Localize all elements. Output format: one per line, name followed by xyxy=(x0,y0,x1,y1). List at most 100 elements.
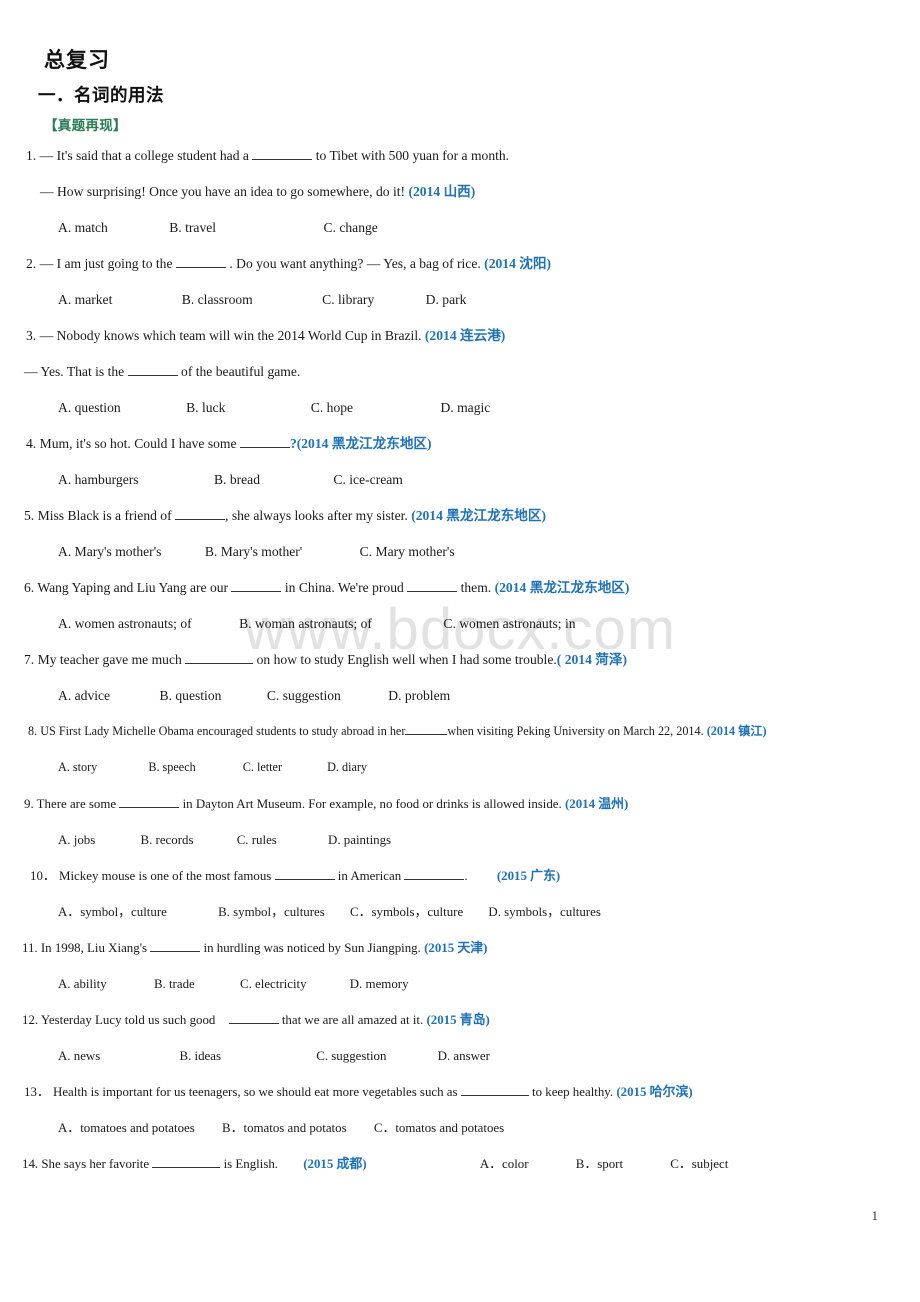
option-c[interactable]: C. hope xyxy=(311,400,353,417)
question-text: In 1998, Liu Xiang's xyxy=(40,941,148,955)
option-d[interactable]: D. memory xyxy=(350,976,409,992)
option-c[interactable]: C. suggestion xyxy=(267,688,341,705)
option-b[interactable]: B. symbol，cultures xyxy=(218,904,325,920)
question-stem: 7. My teacher gave me much on how to stu… xyxy=(24,652,920,688)
option-row: A．symbol，culture B. symbol，cultures C．sy… xyxy=(58,904,920,940)
option-d[interactable]: D. diary xyxy=(327,760,367,775)
question-source: (2015 天津) xyxy=(424,941,488,955)
option-c[interactable]: C. library xyxy=(322,292,374,309)
answer-blank xyxy=(239,447,290,448)
question-source: (2014 黑龙江龙东地区) xyxy=(411,508,546,523)
question-number: 12. xyxy=(22,1013,39,1027)
option-a[interactable]: A. advice xyxy=(58,688,110,705)
option-b[interactable]: B. question xyxy=(160,688,222,705)
option-c[interactable]: C．subject xyxy=(670,1157,728,1171)
option-row: A. market B. classroom C. library D. par… xyxy=(58,292,920,328)
option-c[interactable]: C．symbols，culture xyxy=(350,904,463,920)
option-c[interactable]: C．tomatos and potatoes xyxy=(374,1120,504,1136)
question-stem: 3. — Nobody knows which team will win th… xyxy=(26,328,920,364)
question-number: 13． xyxy=(24,1085,50,1099)
question-stem: 11. In 1998, Liu Xiang's in hurdling was… xyxy=(22,940,920,976)
question-text-tail: of the beautiful game. xyxy=(181,364,301,379)
question-source: (2014 沈阳) xyxy=(484,256,551,271)
option-d[interactable]: D. paintings xyxy=(328,832,391,848)
option-a[interactable]: A. women astronauts; of xyxy=(58,616,192,633)
option-a[interactable]: A. match xyxy=(58,220,108,237)
option-b[interactable]: B. woman astronauts; of xyxy=(239,616,372,633)
option-c[interactable]: C. rules xyxy=(237,832,277,848)
question-number: 1. xyxy=(26,148,37,163)
option-row: A. ability B. trade C. electricity D. me… xyxy=(58,976,920,1012)
question-text: There are some xyxy=(36,797,117,811)
option-row: A. hamburgers B. bread C. ice-cream xyxy=(58,472,920,508)
question-text-mid: in American xyxy=(337,869,402,883)
option-a[interactable]: A．color xyxy=(480,1157,529,1171)
question-source: (2014 连云港) xyxy=(424,328,506,343)
question-number: 5. xyxy=(24,508,35,523)
option-row: A. women astronauts; of B. woman astrona… xyxy=(58,616,920,652)
option-a[interactable]: A. news xyxy=(58,1048,100,1064)
answer-blank xyxy=(405,734,448,735)
question-text-mid: in China. We're proud xyxy=(284,580,404,595)
question-source: (2015 青岛) xyxy=(426,1013,490,1027)
option-d[interactable]: D. park xyxy=(426,292,467,309)
question-source: (2014 温州) xyxy=(564,797,629,811)
question-stem: 12. Yesterday Lucy told us such good tha… xyxy=(22,1012,920,1048)
option-a[interactable]: A. ability xyxy=(58,976,107,992)
option-a[interactable]: A. jobs xyxy=(58,832,95,848)
option-c[interactable]: C. Mary mother's xyxy=(360,544,455,561)
option-d[interactable]: D. symbols，cultures xyxy=(488,904,600,920)
option-row: A. jobs B. records C. rules D. paintings xyxy=(58,832,920,868)
option-a[interactable]: A. hamburgers xyxy=(58,472,139,489)
option-b[interactable]: B. records xyxy=(140,832,193,848)
answer-blank xyxy=(175,519,226,520)
question-stem: 10． Mickey mouse is one of the most famo… xyxy=(30,868,920,904)
question-text-tail: in Dayton Art Museum. For example, no fo… xyxy=(182,797,562,811)
option-b[interactable]: B. bread xyxy=(214,472,260,489)
option-b[interactable]: B. luck xyxy=(186,400,225,417)
option-c[interactable]: C. electricity xyxy=(240,976,307,992)
option-a[interactable]: A. Mary's mother's xyxy=(58,544,161,561)
option-c[interactable]: C. women astronauts; in xyxy=(443,616,575,633)
option-b[interactable]: B．sport xyxy=(576,1157,623,1171)
question-source: (2014 黑龙江龙东地区) xyxy=(494,580,630,595)
option-a[interactable]: A. story xyxy=(58,760,97,775)
question-text: — Nobody knows which team will win the 2… xyxy=(39,328,422,343)
option-b[interactable]: B．tomatos and potatos xyxy=(222,1120,347,1136)
option-b[interactable]: B. ideas xyxy=(179,1048,221,1064)
question-number: 7. xyxy=(24,652,35,667)
question-text-tail: is English. xyxy=(223,1157,279,1171)
option-a[interactable]: A. market xyxy=(58,292,112,309)
option-c[interactable]: C. ice-cream xyxy=(333,472,402,489)
option-c[interactable]: C. change xyxy=(323,220,377,237)
option-b[interactable]: B. speech xyxy=(148,760,195,775)
option-b[interactable]: B. classroom xyxy=(182,292,253,309)
question-text: Miss Black is a friend of xyxy=(37,508,172,523)
question-text-tail: when visiting Peking University on March… xyxy=(447,724,704,738)
question-number: 10． xyxy=(30,869,56,883)
question-text-tail: ? xyxy=(289,436,297,451)
option-b[interactable]: B. Mary's mother' xyxy=(205,544,302,561)
question-text-tail: that we are all amazed at it. xyxy=(281,1013,424,1027)
answer-blank xyxy=(274,879,335,880)
option-d[interactable]: D. problem xyxy=(388,688,450,705)
option-a[interactable]: A．symbol，culture xyxy=(58,904,167,920)
option-a[interactable]: A. question xyxy=(58,400,121,417)
option-b[interactable]: B. trade xyxy=(154,976,195,992)
option-d[interactable]: D. answer xyxy=(438,1048,490,1064)
question-stem: 4. Mum, it's so hot. Could I have some ?… xyxy=(26,436,920,472)
option-b[interactable]: B. travel xyxy=(169,220,216,237)
question-text: — I am just going to the xyxy=(39,256,173,271)
question-text: Wang Yaping and Liu Yang are our xyxy=(37,580,229,595)
question-text: — How surprising! Once you have an idea … xyxy=(40,184,406,199)
option-c[interactable]: C. letter xyxy=(243,760,282,775)
question-stem: 1. — It's said that a college student ha… xyxy=(26,148,920,184)
option-d[interactable]: D. magic xyxy=(440,400,490,417)
option-c[interactable]: C. suggestion xyxy=(316,1048,386,1064)
option-row: A. advice B. question C. suggestion D. p… xyxy=(58,688,920,724)
question-text: She says her favorite xyxy=(41,1157,150,1171)
question-text: — It's said that a college student had a xyxy=(39,148,249,163)
option-a[interactable]: A．tomatoes and potatoes xyxy=(58,1120,195,1136)
option-row: A. question B. luck C. hope D. magic xyxy=(58,400,920,436)
answer-blank xyxy=(150,951,201,952)
